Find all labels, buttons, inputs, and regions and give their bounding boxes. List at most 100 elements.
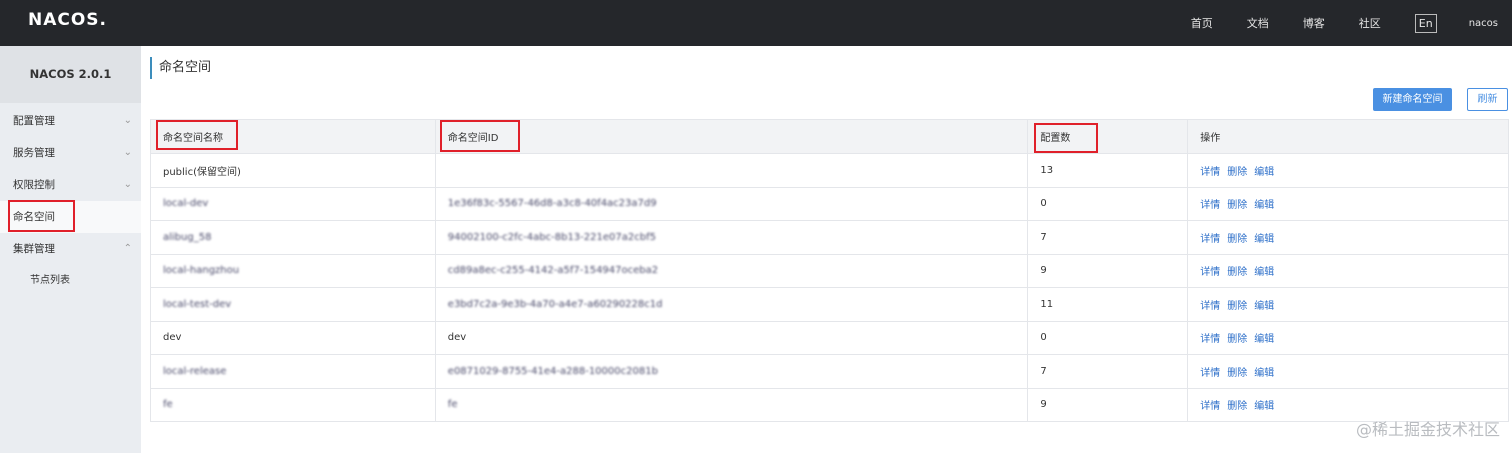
namespace-name-cell: local-dev: [150, 186, 436, 221]
config-count-cell: 0: [1027, 320, 1189, 355]
actions-cell: 详情 删除 编辑: [1187, 354, 1509, 389]
sidebar-item-cluster[interactable]: 集群管理 ⌃: [0, 233, 141, 265]
column-header-actions: 操作: [1187, 119, 1509, 154]
namespace-id-cell: e3bd7c2a-9e3b-4a70-a4e7-a60290228c1d: [434, 287, 1029, 322]
annotation-box-id-header: [440, 120, 520, 152]
config-count-cell: 9: [1027, 253, 1189, 288]
nav-community[interactable]: 社区: [1359, 15, 1381, 31]
config-count-cell: 11: [1027, 287, 1189, 322]
delete-link[interactable]: 删除: [1227, 301, 1247, 312]
actions-cell: 详情 删除 编辑: [1187, 287, 1509, 322]
namespace-id-cell: e0871029-8755-41e4-a288-10000c2081b: [434, 354, 1029, 389]
namespace-name-cell: local-hangzhou: [150, 253, 436, 288]
column-header-id[interactable]: 命名空间ID: [434, 119, 1029, 154]
namespace-name-cell: local-release: [150, 354, 436, 389]
table-row: local-release e0871029-8755-41e4-a288-100…: [150, 354, 1509, 389]
edit-link[interactable]: 编辑: [1254, 200, 1274, 211]
config-count-cell: 7: [1027, 220, 1189, 255]
sidebar-item-nodes[interactable]: 节点列表: [0, 265, 141, 297]
top-bar: NACOS. 首页 文档 博客 社区 En nacos: [0, 0, 1512, 46]
table-row: public(保留空间) 13 详情 删除 编辑: [150, 153, 1509, 188]
sidebar-item-label: 配置管理: [13, 115, 55, 127]
main-content: 命名空间 新建命名空间 刷新 命名空间名称 命名空间ID 配置数 操作 publ…: [150, 46, 1512, 453]
actions-cell: 详情 删除 编辑: [1187, 253, 1509, 288]
chevron-down-icon: ⌄: [123, 115, 132, 126]
annotation-box-namespace-menu: [8, 200, 75, 232]
new-namespace-button[interactable]: 新建命名空间: [1373, 88, 1452, 111]
namespace-id-cell: 1e36f83c-5567-46d8-a3c8-40f4ac23a7d9: [434, 186, 1029, 221]
delete-link[interactable]: 删除: [1227, 334, 1247, 345]
namespace-id-cell: fe: [434, 387, 1029, 422]
watermark: @稀土掘金技术社区: [1355, 420, 1500, 439]
sidebar-item-label: 节点列表: [30, 275, 70, 286]
delete-link[interactable]: 删除: [1227, 234, 1247, 245]
table-row: fe fe 9 详情 删除 编辑: [150, 387, 1509, 422]
edit-link[interactable]: 编辑: [1254, 401, 1274, 412]
user-name[interactable]: nacos: [1469, 18, 1498, 29]
sidebar-item-label: 权限控制: [13, 179, 55, 191]
namespace-id-cell: dev: [434, 320, 1029, 355]
detail-link[interactable]: 详情: [1200, 200, 1220, 211]
namespace-name-cell: public(保留空间): [150, 153, 436, 188]
namespace-name-cell: local-test-dev: [150, 287, 436, 322]
edit-link[interactable]: 编辑: [1254, 301, 1274, 312]
edit-link[interactable]: 编辑: [1254, 368, 1274, 379]
sidebar-item-service[interactable]: 服务管理 ⌄: [0, 137, 141, 169]
sidebar-item-config[interactable]: 配置管理 ⌄: [0, 105, 141, 137]
chevron-up-icon: ⌃: [123, 243, 132, 254]
config-count-cell: 0: [1027, 186, 1189, 221]
annotation-box-name-header: [156, 120, 238, 150]
table-header-row: 命名空间名称 命名空间ID 配置数 操作: [150, 119, 1509, 154]
detail-link[interactable]: 详情: [1200, 301, 1220, 312]
top-nav: 首页 文档 博客 社区 En nacos: [1191, 0, 1512, 46]
config-count-cell: 7: [1027, 354, 1189, 389]
namespace-name-cell: dev: [150, 320, 436, 355]
edit-link[interactable]: 编辑: [1254, 167, 1274, 178]
delete-link[interactable]: 删除: [1227, 368, 1247, 379]
table-row: local-dev 1e36f83c-5567-46d8-a3c8-40f4ac2…: [150, 186, 1509, 221]
table-row: dev dev 0 详情 删除 编辑: [150, 320, 1509, 355]
actions-cell: 详情 删除 编辑: [1187, 153, 1509, 188]
table-row: local-hangzhou cd89a8ec-c255-4142-a5f7-15…: [150, 253, 1509, 288]
namespace-id-cell: [434, 153, 1029, 188]
version-label: NACOS 2.0.1: [0, 46, 141, 103]
actions-cell: 详情 删除 编辑: [1187, 320, 1509, 355]
delete-link[interactable]: 删除: [1227, 200, 1247, 211]
detail-link[interactable]: 详情: [1200, 167, 1220, 178]
refresh-button[interactable]: 刷新: [1467, 88, 1508, 111]
edit-link[interactable]: 编辑: [1254, 234, 1274, 245]
page-title: 命名空间: [150, 57, 211, 79]
sidebar-item-auth[interactable]: 权限控制 ⌄: [0, 169, 141, 201]
sidebar: NACOS 2.0.1 配置管理 ⌄ 服务管理 ⌄ 权限控制 ⌄ 命名空间 集群…: [0, 46, 141, 453]
nav-home[interactable]: 首页: [1191, 15, 1213, 31]
nav-blog[interactable]: 博客: [1303, 15, 1325, 31]
namespace-name-cell: fe: [150, 387, 436, 422]
nav-docs[interactable]: 文档: [1247, 15, 1269, 31]
detail-link[interactable]: 详情: [1200, 267, 1220, 278]
edit-link[interactable]: 编辑: [1254, 334, 1274, 345]
namespace-name-cell: alibug_58: [150, 220, 436, 255]
detail-link[interactable]: 详情: [1200, 234, 1220, 245]
annotation-box-count-header: [1034, 123, 1098, 153]
actions-cell: 详情 删除 编辑: [1187, 220, 1509, 255]
nacos-logo[interactable]: NACOS.: [28, 10, 107, 30]
config-count-cell: 13: [1027, 153, 1189, 188]
delete-link[interactable]: 删除: [1227, 401, 1247, 412]
detail-link[interactable]: 详情: [1200, 334, 1220, 345]
language-toggle[interactable]: En: [1414, 13, 1437, 33]
sidebar-item-label: 服务管理: [13, 147, 55, 159]
table-row: alibug_58 94002100-c2fc-4abc-8b13-221e07a…: [150, 220, 1509, 255]
delete-link[interactable]: 删除: [1227, 167, 1247, 178]
chevron-down-icon: ⌄: [123, 179, 132, 190]
namespace-table: 命名空间名称 命名空间ID 配置数 操作 public(保留空间) 13 详情 删除编…: [150, 119, 1509, 422]
edit-link[interactable]: 编辑: [1254, 267, 1274, 278]
detail-link[interactable]: 详情: [1200, 368, 1220, 379]
config-count-cell: 9: [1027, 387, 1189, 422]
sidebar-item-label: 集群管理: [13, 243, 55, 255]
table-row: local-test-dev e3bd7c2a-9e3b-4a70-a4e7-a6…: [150, 287, 1509, 322]
actions-cell: 详情 删除 编辑: [1187, 186, 1509, 221]
chevron-down-icon: ⌄: [123, 147, 132, 158]
detail-link[interactable]: 详情: [1200, 401, 1220, 412]
namespace-id-cell: 94002100-c2fc-4abc-8b13-221e07a2cbf5: [434, 220, 1029, 255]
delete-link[interactable]: 删除: [1227, 267, 1247, 278]
